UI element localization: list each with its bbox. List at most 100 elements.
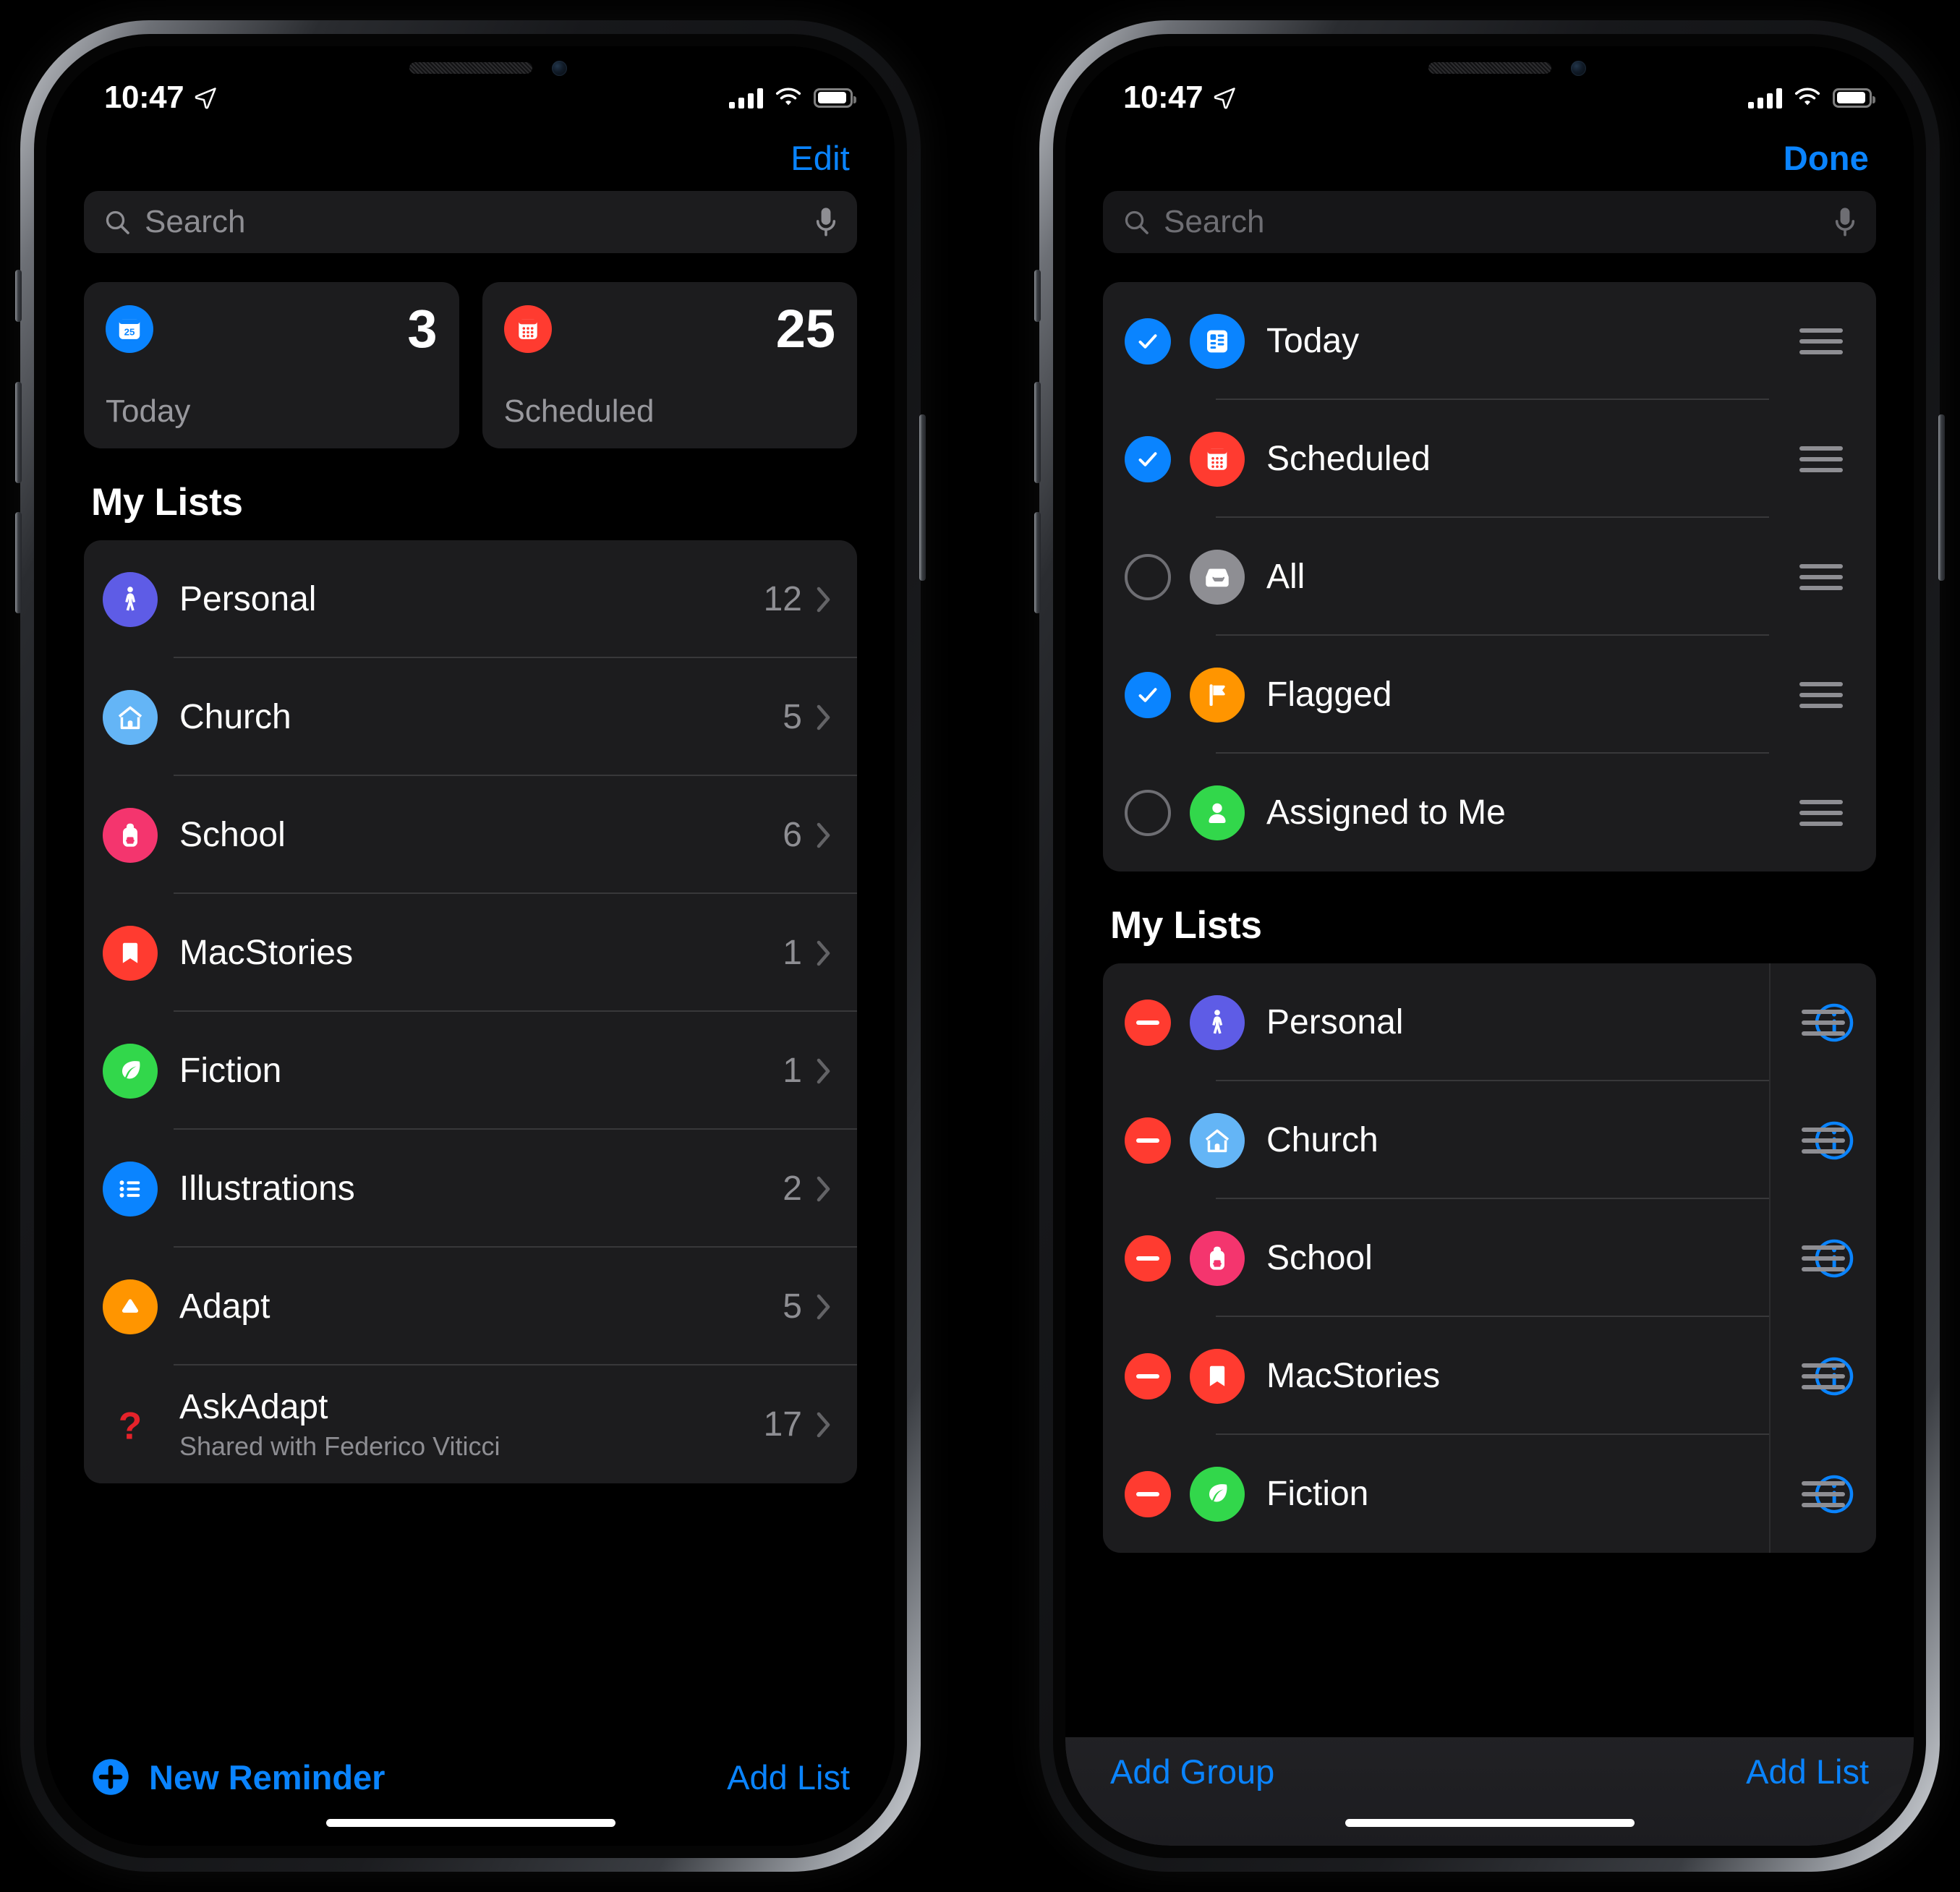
bottom-toolbar-right: Add Group Add List: [1065, 1737, 1914, 1846]
drag-handle-icon[interactable]: [1802, 1009, 1845, 1036]
card-scheduled[interactable]: 25 Scheduled: [482, 282, 857, 448]
chevron-right-icon: [817, 940, 830, 966]
house-icon: [103, 689, 158, 745]
selection-checkbox-off[interactable]: [1125, 789, 1171, 836]
edit-button[interactable]: Edit: [791, 138, 850, 178]
editable-list-label: Fiction: [1266, 1475, 1369, 1513]
my-lists-heading-left: My Lists: [91, 481, 243, 524]
list-item[interactable]: Personal 12: [84, 540, 857, 658]
volume-down-button[interactable]: [1034, 512, 1041, 613]
search-icon: [106, 210, 129, 234]
editable-list-row[interactable]: School: [1103, 1199, 1876, 1317]
status-bar-left-group: 10:47: [1123, 80, 1237, 116]
list-item-label: School: [179, 816, 286, 854]
card-scheduled-count: 25: [775, 299, 835, 359]
selection-checkbox-on[interactable]: [1125, 435, 1171, 482]
drag-handle-icon[interactable]: [1799, 446, 1843, 472]
card-today[interactable]: 25 3 Today: [84, 282, 459, 448]
done-button[interactable]: Done: [1784, 138, 1869, 178]
smart-list-row-all[interactable]: All: [1103, 518, 1876, 636]
list-item[interactable]: ? AskAdapt Shared with Federico Viticci …: [84, 1365, 857, 1483]
selection-checkbox-on[interactable]: [1125, 318, 1171, 365]
remove-circle-icon[interactable]: [1125, 1352, 1171, 1399]
smart-list-row-assigned[interactable]: Assigned to Me: [1103, 754, 1876, 872]
smart-list-row-scheduled[interactable]: Scheduled: [1103, 400, 1876, 518]
drag-handle-icon[interactable]: [1802, 1127, 1845, 1154]
iphone-device-left: 10:47 Edit Search 25 3 Today 25 Schedule…: [15, 20, 926, 1872]
microphone-icon[interactable]: [814, 205, 838, 239]
person-walking-icon: [103, 571, 158, 627]
home-indicator[interactable]: [325, 1819, 615, 1827]
list-item-count: 2: [783, 1169, 802, 1208]
list-item[interactable]: Adapt 5: [84, 1248, 857, 1365]
selection-checkbox-on[interactable]: [1125, 671, 1171, 718]
drag-handle-icon[interactable]: [1802, 1480, 1845, 1507]
today-card-icon: [1190, 313, 1245, 369]
list-item[interactable]: MacStories 1: [84, 894, 857, 1012]
list-item[interactable]: School 6: [84, 776, 857, 894]
search-input[interactable]: Search: [1103, 191, 1876, 253]
volume-up-button[interactable]: [1034, 382, 1041, 483]
list-item-count: 17: [763, 1405, 802, 1444]
reminders-app-left: Edit Search 25 3 Today 25 Scheduled My L…: [46, 46, 895, 1846]
list-item-count: 1: [783, 934, 802, 972]
editable-list-row[interactable]: Fiction: [1103, 1435, 1876, 1553]
drag-handle-rail[interactable]: [1769, 1081, 1876, 1199]
editable-list-row[interactable]: Church: [1103, 1081, 1876, 1199]
editable-list-label: Personal: [1266, 1003, 1404, 1041]
screen-right: 10:47 Done Search Today Scheduled All Fl…: [1065, 46, 1914, 1846]
drag-handle-icon[interactable]: [1799, 563, 1843, 590]
search-input[interactable]: Search: [84, 191, 857, 253]
location-arrow-icon: [195, 88, 216, 109]
drag-handle-rail[interactable]: [1769, 963, 1876, 1081]
list-item-label: MacStories: [179, 934, 354, 972]
add-list-button[interactable]: Add List: [1746, 1752, 1869, 1791]
list-item-name: AskAdapt: [179, 1388, 328, 1426]
list-item-label: Fiction: [179, 1052, 282, 1090]
editable-list-row[interactable]: Personal: [1103, 963, 1876, 1081]
drag-handle-rail[interactable]: [1769, 1317, 1876, 1435]
drag-handle-icon[interactable]: [1799, 328, 1843, 354]
volume-up-button[interactable]: [15, 382, 22, 483]
power-button[interactable]: [1938, 414, 1945, 581]
drag-handle-rail[interactable]: [1769, 1199, 1876, 1317]
inbox-tray-icon: [1190, 549, 1245, 605]
selection-checkbox-off[interactable]: [1125, 553, 1171, 600]
smart-list-row-today[interactable]: Today: [1103, 282, 1876, 400]
person-walking-icon: [1190, 994, 1245, 1050]
remove-circle-icon[interactable]: [1125, 1117, 1171, 1164]
drag-handle-icon[interactable]: [1802, 1245, 1845, 1271]
silent-switch[interactable]: [15, 270, 22, 322]
remove-circle-icon[interactable]: [1125, 1235, 1171, 1282]
home-indicator[interactable]: [1345, 1819, 1635, 1827]
front-camera: [1570, 61, 1586, 76]
power-button[interactable]: [919, 414, 926, 581]
list-item-count: 5: [783, 698, 802, 736]
svg-text:25: 25: [124, 327, 135, 338]
smart-list-row-flagged[interactable]: Flagged: [1103, 636, 1876, 754]
add-list-button[interactable]: Add List: [727, 1757, 850, 1797]
list-item[interactable]: Fiction 1: [84, 1012, 857, 1130]
remove-circle-icon[interactable]: [1125, 999, 1171, 1046]
drag-handle-icon[interactable]: [1799, 799, 1843, 826]
microphone-icon[interactable]: [1833, 205, 1857, 239]
calendar-day-icon: 25: [106, 305, 153, 353]
add-group-button[interactable]: Add Group: [1110, 1752, 1274, 1791]
remove-circle-icon[interactable]: [1125, 1470, 1171, 1517]
new-reminder-button[interactable]: New Reminder: [91, 1757, 385, 1797]
list-item[interactable]: Illustrations 2: [84, 1130, 857, 1248]
drag-handle-rail[interactable]: [1769, 1435, 1876, 1553]
chevron-right-icon: [817, 1294, 830, 1319]
status-bar-right-group: [1748, 87, 1875, 108]
list-item[interactable]: Church 5: [84, 658, 857, 776]
drag-handle-icon[interactable]: [1802, 1363, 1845, 1389]
chevron-right-icon: [817, 704, 830, 730]
silent-switch[interactable]: [1034, 270, 1041, 322]
drag-handle-icon[interactable]: [1799, 681, 1843, 708]
smart-list-label: All: [1266, 558, 1305, 596]
card-today-top: 25 3: [106, 302, 438, 356]
editable-list-row[interactable]: MacStories: [1103, 1317, 1876, 1435]
backpack-icon: [1190, 1230, 1245, 1286]
volume-down-button[interactable]: [15, 512, 22, 613]
front-camera: [551, 61, 567, 76]
